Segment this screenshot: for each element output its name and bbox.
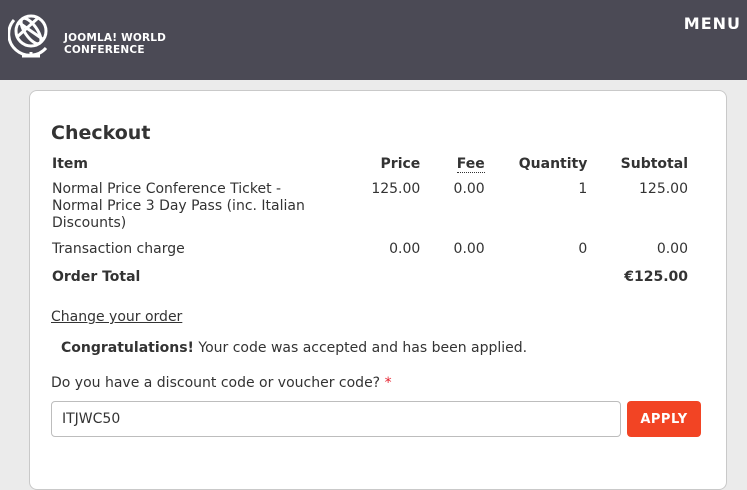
fee-abbreviation: Fee: [456, 156, 485, 173]
congrats-text: Your code was accepted and has been appl…: [193, 340, 528, 356]
row-item-name: Normal Price Conference Ticket - Normal …: [52, 181, 305, 231]
discount-code-label: Do you have a discount code or voucher c…: [51, 375, 392, 391]
column-header-subtotal: Subtotal: [620, 156, 688, 172]
row-price: 125.00: [371, 181, 421, 197]
column-header-item: Item: [52, 156, 88, 172]
code-accepted-message: Congratulations! Your code was accepted …: [61, 340, 527, 356]
globe-logo-icon[interactable]: [8, 10, 56, 58]
logo-line-1: JOOMLA! WORLD: [64, 32, 167, 44]
row-fee: 0.00: [453, 241, 485, 257]
order-table: Item Price Fee Quantity Subtotal Normal …: [50, 153, 690, 291]
logo-line-2: CONFERENCE: [64, 44, 145, 56]
column-header-quantity: Quantity: [518, 156, 588, 172]
required-marker: *: [384, 375, 392, 391]
site-header: JOOMLA! WORLD CONFERENCE MENU: [0, 0, 747, 80]
table-row: Transaction charge 0.00 0.00 0 0.00: [50, 237, 690, 263]
row-item-name: Transaction charge: [52, 241, 185, 257]
checkout-card: Checkout Item Price Fee Quantity Subtota…: [29, 90, 727, 490]
order-total-label: Order Total: [52, 269, 141, 285]
page-title: Checkout: [51, 122, 151, 144]
row-subtotal: 125.00: [639, 181, 688, 197]
order-total-value: €125.00: [624, 269, 688, 285]
apply-button[interactable]: APPLY: [627, 401, 701, 437]
column-header-fee: Fee: [422, 153, 486, 177]
table-header-row: Item Price Fee Quantity Subtotal: [50, 153, 690, 177]
row-price: 0.00: [389, 241, 421, 257]
table-row: Normal Price Conference Ticket - Normal …: [50, 177, 690, 237]
discount-label-text: Do you have a discount code or voucher c…: [51, 375, 381, 391]
row-quantity: 0: [578, 241, 588, 257]
change-order-link[interactable]: Change your order: [51, 309, 182, 325]
discount-code-input[interactable]: [51, 401, 621, 437]
row-fee: 0.00: [453, 181, 485, 197]
row-quantity: 1: [578, 181, 588, 197]
row-subtotal: 0.00: [656, 241, 688, 257]
column-header-price: Price: [380, 156, 421, 172]
logo-text[interactable]: JOOMLA! WORLD CONFERENCE: [64, 32, 166, 56]
order-total-row: Order Total €125.00: [50, 263, 690, 291]
congrats-bold: Congratulations!: [61, 340, 194, 356]
menu-button[interactable]: MENU: [684, 14, 741, 33]
